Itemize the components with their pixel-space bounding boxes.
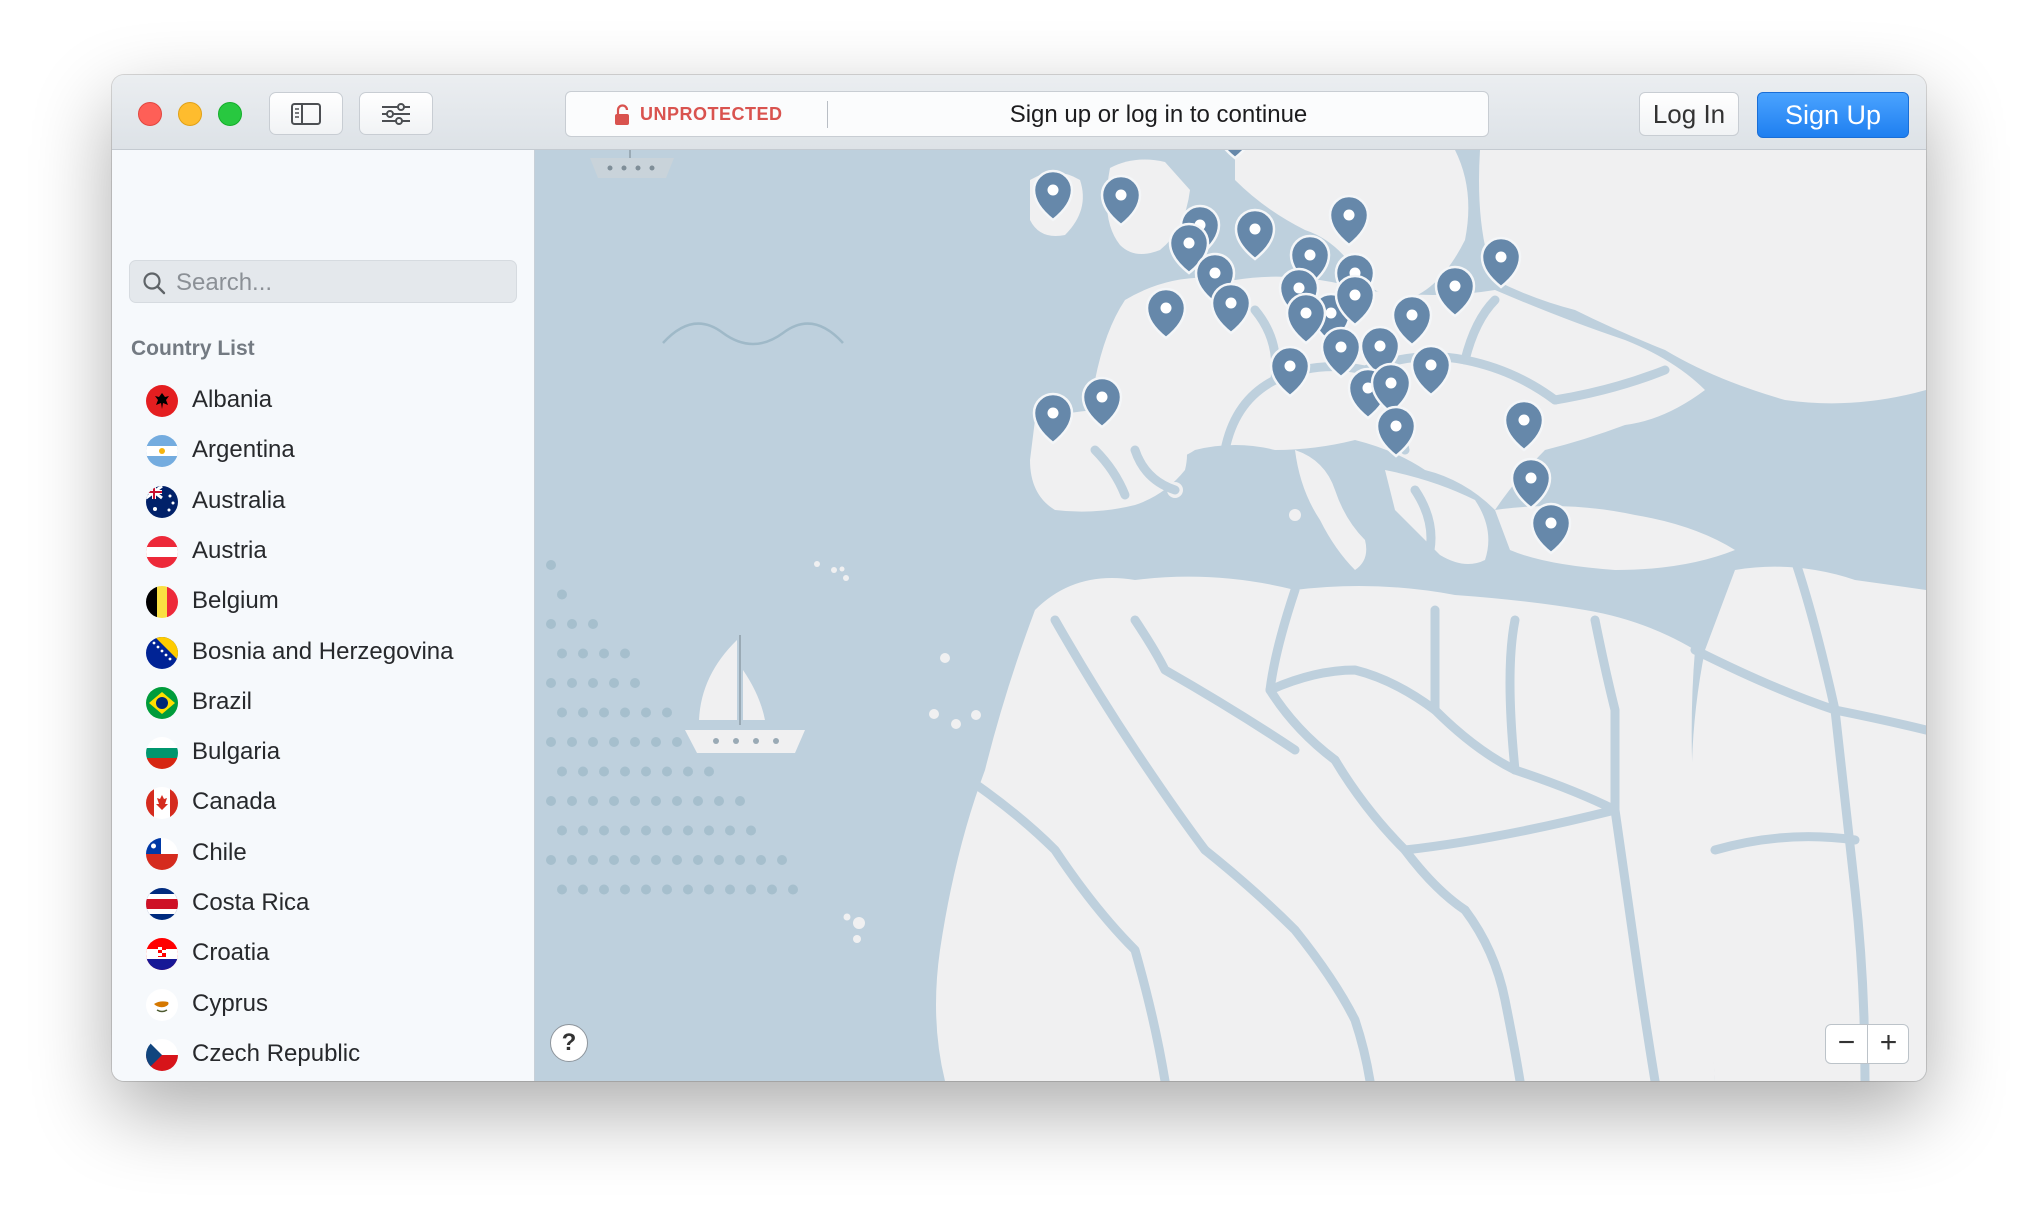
country-item-denmark[interactable]: Denmark bbox=[112, 1079, 534, 1081]
divider bbox=[827, 101, 828, 128]
minimize-window-button[interactable] bbox=[178, 102, 202, 126]
country-item-austria[interactable]: Austria bbox=[112, 526, 534, 578]
canada-flag-icon bbox=[146, 787, 178, 820]
bosnia-flag-icon bbox=[146, 636, 178, 669]
zoom-controls: − + bbox=[1825, 1024, 1909, 1064]
albania-flag-icon bbox=[146, 385, 178, 417]
sea-wave bbox=[662, 322, 844, 346]
server-map[interactable]: ? − + bbox=[535, 150, 1926, 1081]
titlebar: UNPROTECTED Sign up or log in to continu… bbox=[112, 75, 1926, 150]
search-placeholder: Search... bbox=[176, 269, 273, 296]
czech-flag-icon bbox=[146, 1038, 178, 1071]
cyprus-flag-icon bbox=[146, 988, 178, 1021]
country-item-brazil[interactable]: Brazil bbox=[112, 677, 534, 729]
unlocked-padlock-icon bbox=[615, 104, 629, 125]
country-name: Czech Republic bbox=[192, 1039, 361, 1067]
brazil-flag-icon bbox=[146, 686, 178, 719]
maximize-window-button[interactable] bbox=[218, 102, 242, 126]
country-name: Bosnia and Herzegovina bbox=[192, 637, 454, 665]
country-name: Bulgaria bbox=[192, 738, 281, 766]
country-name: Belgium bbox=[192, 587, 279, 615]
zoom-in-button[interactable]: + bbox=[1868, 1025, 1909, 1063]
sign-up-button[interactable]: Sign Up bbox=[1757, 92, 1909, 138]
country-name: Argentina bbox=[192, 436, 295, 464]
sailboat bbox=[685, 635, 805, 753]
search-icon bbox=[143, 272, 166, 295]
chile-flag-icon bbox=[146, 837, 178, 870]
log-in-button[interactable]: Log In bbox=[1639, 92, 1739, 136]
italy-land bbox=[1295, 450, 1367, 570]
country-item-belgium[interactable]: Belgium bbox=[112, 576, 534, 628]
sidebar: Search... Country List Albania Argentina A… bbox=[112, 150, 535, 1081]
country-name: Chile bbox=[192, 838, 247, 866]
country-item-cyprus[interactable]: Cyprus bbox=[112, 979, 534, 1031]
country-item-argentina[interactable]: Argentina bbox=[112, 425, 534, 477]
app-window: UNPROTECTED Sign up or log in to continu… bbox=[112, 75, 1926, 1081]
map-canvas bbox=[546, 150, 1926, 1081]
country-item-czech[interactable]: Czech Republic bbox=[112, 1029, 534, 1081]
country-name: Australia bbox=[192, 486, 286, 514]
country-name: Brazil bbox=[192, 687, 253, 715]
middle-east-land bbox=[1691, 566, 1926, 1081]
sliders-icon bbox=[382, 102, 410, 125]
australia-flag-icon bbox=[146, 485, 178, 518]
country-item-bulgaria[interactable]: Bulgaria bbox=[112, 727, 534, 779]
status-address-bar: UNPROTECTED Sign up or log in to continu… bbox=[565, 91, 1489, 137]
bulgaria-flag-icon bbox=[146, 737, 178, 770]
country-item-albania[interactable]: Albania bbox=[112, 375, 534, 427]
status-message: Sign up or log in to continue bbox=[1009, 101, 1308, 128]
settings-filters-button[interactable] bbox=[359, 92, 433, 135]
costa-rica-flag-icon bbox=[146, 888, 178, 920]
country-item-australia[interactable]: Australia bbox=[112, 476, 534, 528]
country-name: Austria bbox=[192, 536, 267, 564]
country-item-costa-rica[interactable]: Costa Rica bbox=[112, 878, 534, 930]
country-name: Costa Rica bbox=[192, 889, 310, 916]
server-pin-icon[interactable] bbox=[1510, 457, 1552, 510]
search-input[interactable]: Search... bbox=[129, 260, 517, 303]
country-item-bosnia[interactable]: Bosnia and Herzegovina bbox=[112, 627, 534, 679]
protection-status: UNPROTECTED bbox=[640, 104, 783, 124]
austria-flag-icon bbox=[146, 535, 178, 568]
country-item-chile[interactable]: Chile bbox=[112, 828, 534, 880]
turkey-land bbox=[1495, 506, 1735, 570]
country-name: Cyprus bbox=[192, 989, 269, 1017]
toggle-sidebar-button[interactable] bbox=[269, 92, 343, 135]
zoom-out-button[interactable]: − bbox=[1826, 1025, 1867, 1063]
country-item-croatia[interactable]: Croatia bbox=[112, 928, 534, 980]
server-pin-icon[interactable] bbox=[1234, 208, 1276, 261]
close-window-button[interactable] bbox=[138, 102, 162, 126]
country-list-heading: Country List bbox=[131, 337, 255, 360]
top-boat bbox=[590, 150, 674, 178]
belgium-flag-icon bbox=[146, 586, 178, 619]
country-item-canada[interactable]: Canada bbox=[112, 777, 534, 829]
country-name: Croatia bbox=[192, 939, 270, 967]
ocean-dots bbox=[546, 560, 798, 895]
argentina-flag-icon bbox=[146, 435, 178, 468]
sidebar-icon bbox=[291, 102, 321, 125]
country-name: Canada bbox=[192, 788, 277, 816]
croatia-flag-icon bbox=[146, 938, 178, 971]
help-button[interactable]: ? bbox=[550, 1024, 588, 1062]
country-name: Albania bbox=[192, 386, 273, 413]
